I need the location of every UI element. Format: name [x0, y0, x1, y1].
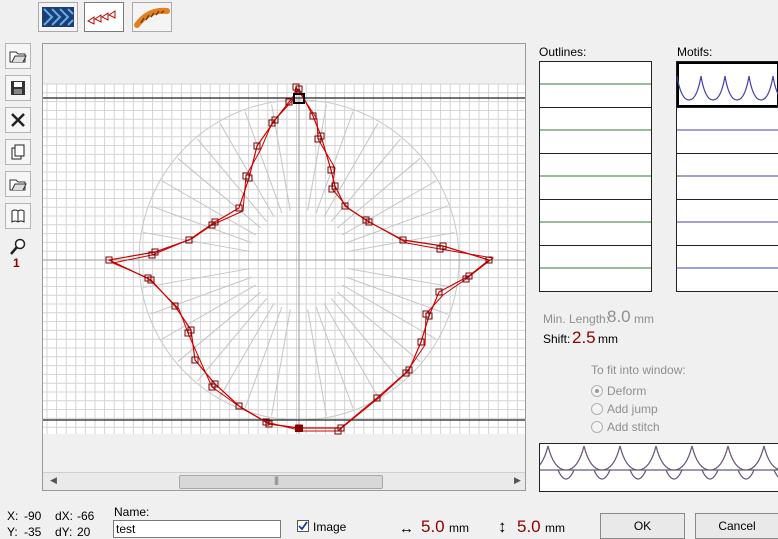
x-value: -90	[24, 509, 42, 523]
scroll-right-icon[interactable]: ▶	[514, 475, 521, 486]
design-canvas[interactable]: ◀ ||| ▶	[42, 43, 526, 491]
zoom-level: 1	[13, 256, 20, 270]
library-icon	[11, 209, 25, 223]
radio-add-jump[interactable]	[591, 403, 603, 415]
dy-label: dY:	[55, 525, 73, 539]
tab-motif-run[interactable]	[84, 2, 124, 32]
dx-value: -66	[77, 509, 95, 523]
magnifier-icon	[10, 238, 26, 255]
height-unit: mm	[545, 521, 565, 535]
min-length-unit: mm	[634, 312, 654, 326]
name-input[interactable]	[113, 520, 281, 538]
fit-title: To fit into window:	[591, 363, 686, 377]
outline-preview	[540, 129, 651, 131]
image-checkbox[interactable]	[297, 520, 309, 532]
image-label: Image	[313, 520, 347, 534]
radio-add-stitch[interactable]	[591, 421, 603, 433]
outline-item[interactable]	[540, 154, 651, 200]
checkmark-icon	[298, 521, 308, 531]
zoom-tool[interactable]	[9, 238, 27, 256]
radio-deform[interactable]	[591, 385, 603, 397]
min-length-label: Min. Length:	[543, 312, 610, 326]
library-button[interactable]	[5, 203, 31, 229]
duplicate-button[interactable]	[5, 139, 31, 165]
pattern-fill-icon	[42, 7, 74, 27]
outlines-list[interactable]	[539, 61, 652, 292]
height-icon: ↕	[498, 517, 507, 536]
motif-preview-graphic	[511, 445, 778, 480]
delete-button[interactable]	[5, 107, 31, 133]
outline-preview	[540, 267, 651, 269]
motif-preview	[677, 129, 778, 131]
ok-button[interactable]: OK	[600, 513, 685, 539]
motif-item[interactable]	[677, 154, 778, 200]
rope-stitch-icon	[134, 7, 170, 28]
motifs-list[interactable]	[676, 61, 778, 292]
shift-value[interactable]: 2.5	[572, 328, 596, 348]
y-value: -35	[24, 525, 42, 539]
motif-run-icon	[87, 10, 116, 25]
motif-preview	[676, 62, 778, 107]
motif-item[interactable]	[677, 200, 778, 246]
start-node	[295, 425, 303, 432]
horizontal-scrollbar[interactable]: ◀ ||| ▶	[43, 472, 525, 490]
motif-preview	[677, 175, 778, 177]
outline-editor[interactable]	[43, 44, 525, 473]
width-icon: ↔	[399, 520, 414, 537]
grip-icon: |||	[274, 475, 279, 485]
motif-preview	[677, 221, 778, 223]
outline-item[interactable]	[540, 200, 651, 246]
outline-item[interactable]	[540, 62, 651, 108]
outline-preview	[540, 83, 651, 85]
width-value[interactable]: 5.0	[421, 517, 445, 537]
outline-preview	[540, 175, 651, 177]
outlines-label: Outlines:	[539, 45, 587, 59]
shift-unit: mm	[598, 332, 618, 346]
min-length-value: 8.0	[607, 307, 631, 326]
save-icon	[11, 81, 25, 95]
preview-scallops	[511, 445, 778, 480]
dy-value: 20	[77, 525, 91, 539]
add-stitch-label: Add stitch	[607, 420, 660, 434]
motif-item[interactable]	[677, 108, 778, 154]
add-jump-label: Add jump	[607, 402, 658, 416]
shift-label: Shift:	[543, 332, 571, 346]
motif-item[interactable]	[677, 246, 778, 292]
tab-rope-stitch[interactable]	[132, 2, 172, 32]
cancel-button[interactable]: Cancel	[695, 513, 778, 539]
save-button[interactable]	[5, 75, 31, 101]
open-folder-icon	[9, 179, 27, 191]
dx-label: dX:	[55, 509, 74, 523]
outline-preview	[540, 221, 651, 223]
height-value[interactable]: 5.0	[517, 517, 541, 537]
delete-icon	[11, 113, 25, 127]
x-label: X:	[7, 509, 19, 523]
motifs-label: Motifs:	[677, 45, 713, 59]
y-label: Y:	[7, 525, 18, 539]
scroll-left-icon[interactable]: ◀	[50, 475, 57, 486]
outline-item[interactable]	[540, 108, 651, 154]
open-button[interactable]	[5, 43, 31, 69]
tab-pattern-fill[interactable]	[38, 2, 78, 32]
name-label: Name:	[114, 505, 150, 519]
scroll-thumb[interactable]: |||	[179, 475, 383, 489]
duplicate-icon	[11, 144, 25, 160]
deform-label: Deform	[607, 384, 647, 398]
open-folder-icon	[9, 51, 27, 63]
motif-preview	[511, 443, 778, 492]
motif-preview	[677, 267, 778, 269]
width-unit: mm	[449, 521, 469, 535]
outline-item[interactable]	[540, 246, 651, 292]
motif-item[interactable]	[676, 62, 778, 108]
radio-selected-dot	[595, 389, 599, 393]
import-button[interactable]	[5, 171, 31, 197]
